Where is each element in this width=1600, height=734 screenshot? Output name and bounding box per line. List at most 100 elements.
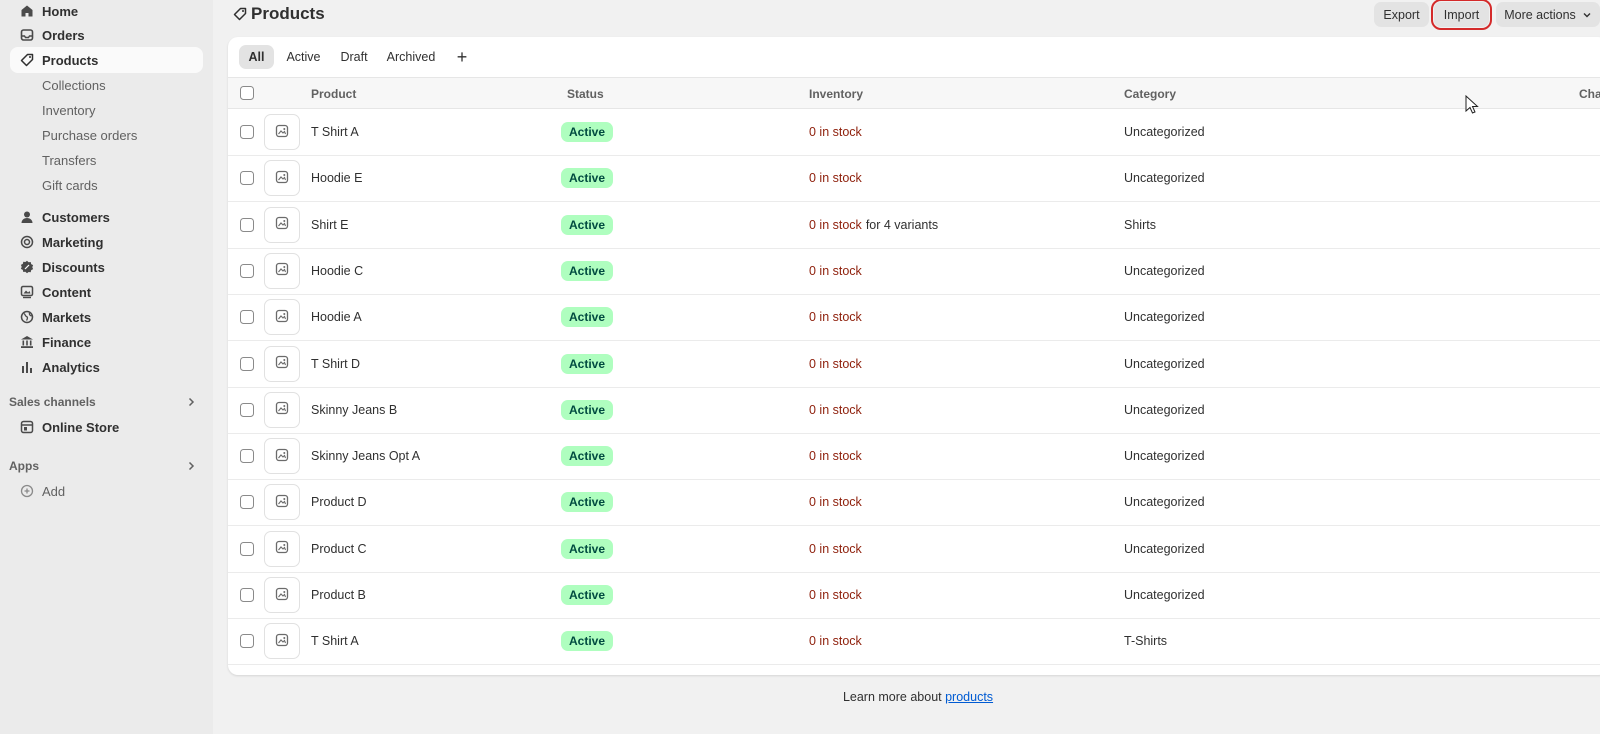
- status-badge: Active: [561, 353, 614, 374]
- table-row[interactable]: Skinny Jeans B Active 0 in stock Uncategori…: [228, 387, 1600, 434]
- sidebar-sub-purchase-orders[interactable]: Purchase orders: [42, 124, 137, 146]
- product-thumbnail[interactable]: [264, 484, 300, 521]
- row-checkbox[interactable]: [240, 634, 254, 649]
- sidebar-sub-gift-cards[interactable]: Gift cards: [42, 174, 98, 196]
- product-name[interactable]: Product C: [311, 526, 367, 572]
- sidebar-item-home[interactable]: Home: [10, 0, 203, 24]
- sidebar-item-label: Content: [42, 284, 92, 300]
- tab-all[interactable]: All: [239, 45, 274, 69]
- apps-header[interactable]: Apps: [9, 456, 203, 476]
- category-cell: Uncategorized: [1124, 449, 1205, 464]
- sidebar-item-label: Products: [42, 52, 99, 68]
- product-name[interactable]: Product D: [311, 479, 367, 525]
- sidebar-sub-collections[interactable]: Collections: [42, 74, 106, 96]
- product-name[interactable]: T Shirt A: [311, 109, 359, 155]
- sidebar-item-products[interactable]: Products: [10, 47, 203, 73]
- stock-count: 0 in stock: [809, 634, 862, 649]
- sidebar-item-customers[interactable]: Customers: [10, 204, 203, 230]
- product-name[interactable]: Hoodie A: [311, 294, 362, 340]
- inventory-cell: 0 in stock: [809, 341, 862, 387]
- sidebar-item-discounts[interactable]: Discounts: [10, 254, 203, 280]
- row-checkbox[interactable]: [240, 588, 254, 602]
- status-badge: Active: [561, 168, 614, 189]
- home-icon: [20, 4, 34, 18]
- product-thumbnail[interactable]: [264, 114, 300, 150]
- product-thumbnail[interactable]: [264, 623, 300, 660]
- chevron-right-icon: [188, 397, 195, 407]
- product-thumbnail[interactable]: [264, 206, 300, 243]
- product-thumbnail[interactable]: [264, 160, 300, 197]
- image-placeholder-icon: [275, 587, 289, 604]
- table-header: Product Status Inventory Category Cha: [228, 77, 1600, 109]
- row-checkbox[interactable]: [240, 541, 254, 556]
- import-button[interactable]: Import: [1431, 0, 1492, 30]
- product-thumbnail[interactable]: [264, 299, 300, 336]
- image-placeholder-icon: [275, 170, 289, 187]
- product-name[interactable]: T Shirt D: [311, 341, 360, 387]
- table-row[interactable]: Shirt E Active 0 in stock for 4 variants Shi…: [228, 202, 1600, 249]
- product-name[interactable]: Hoodie C: [311, 248, 363, 294]
- product-thumbnail[interactable]: [264, 438, 300, 475]
- row-checkbox[interactable]: [240, 402, 254, 417]
- inventory-cell: 0 in stock: [809, 479, 862, 525]
- sales-channels-header[interactable]: Sales channels: [9, 392, 203, 412]
- product-name[interactable]: Shirt E: [311, 202, 349, 248]
- column-channels[interactable]: Cha: [1579, 78, 1600, 109]
- column-product[interactable]: Product: [311, 78, 356, 109]
- table-row[interactable]: Product B Active 0 in stock Uncategorized: [228, 572, 1600, 619]
- sidebar-item-add-app[interactable]: Add: [10, 478, 203, 504]
- table-row[interactable]: Hoodie C Active 0 in stock Uncategorized: [228, 248, 1600, 295]
- product-thumbnail[interactable]: [264, 530, 300, 567]
- sidebar-item-markets[interactable]: Markets: [10, 304, 203, 330]
- row-checkbox[interactable]: [240, 495, 254, 510]
- row-checkbox[interactable]: [240, 125, 254, 139]
- row-checkbox[interactable]: [240, 310, 254, 325]
- sidebar-item-label: Markets: [42, 309, 92, 325]
- sidebar-sub-inventory[interactable]: Inventory: [42, 99, 95, 121]
- sidebar-item-orders[interactable]: Orders: [10, 22, 203, 48]
- chevron-right-icon: [188, 461, 195, 471]
- add-view-button[interactable]: +: [450, 45, 474, 69]
- products-link[interactable]: products: [945, 690, 993, 704]
- category-cell: Uncategorized: [1124, 263, 1205, 278]
- column-status[interactable]: Status: [567, 78, 604, 109]
- row-checkbox[interactable]: [240, 217, 254, 232]
- column-inventory[interactable]: Inventory: [809, 78, 863, 109]
- product-name[interactable]: Hoodie E: [311, 155, 362, 201]
- table-row[interactable]: T Shirt A Active 0 in stock T-Shirts: [228, 618, 1600, 666]
- export-button[interactable]: Export: [1374, 2, 1429, 27]
- more-actions-button[interactable]: More actions: [1496, 2, 1600, 27]
- tab-archived[interactable]: Archived: [380, 45, 442, 69]
- sidebar-sub-transfers[interactable]: Transfers: [42, 149, 96, 171]
- table-row[interactable]: T Shirt A Active 0 in stock Uncategorized: [228, 109, 1600, 156]
- table-row[interactable]: Product D Active 0 in stock Uncategorized: [228, 479, 1600, 527]
- tab-active[interactable]: Active: [280, 45, 327, 69]
- sidebar-item-online-store[interactable]: Online Store: [10, 414, 203, 440]
- table-row[interactable]: Product C Active 0 in stock Uncategorized: [228, 526, 1600, 573]
- product-name[interactable]: Skinny Jeans Opt A: [311, 433, 420, 479]
- product-thumbnail[interactable]: [264, 391, 300, 428]
- table-row[interactable]: Hoodie E Active 0 in stock Uncategorized: [228, 155, 1600, 203]
- product-name[interactable]: T Shirt A: [311, 618, 359, 664]
- tab-draft[interactable]: Draft: [334, 45, 374, 69]
- image-placeholder-icon: [275, 124, 289, 141]
- table-row[interactable]: Hoodie A Active 0 in stock Uncategorized: [228, 294, 1600, 342]
- table-row[interactable]: T Shirt D Active 0 in stock Uncategorized: [228, 341, 1600, 388]
- product-name[interactable]: Product B: [311, 572, 366, 618]
- table-row[interactable]: Skinny Jeans Opt A Active 0 in stock Uncate…: [228, 433, 1600, 481]
- row-checkbox[interactable]: [240, 449, 254, 464]
- row-checkbox[interactable]: [240, 171, 254, 186]
- select-all-checkbox[interactable]: [240, 86, 254, 100]
- row-checkbox[interactable]: [240, 263, 254, 278]
- product-thumbnail[interactable]: [264, 345, 300, 382]
- product-thumbnail[interactable]: [264, 577, 300, 613]
- sidebar-item-content[interactable]: Content: [10, 279, 203, 305]
- sidebar-item-marketing[interactable]: Marketing: [10, 229, 203, 255]
- inbox-icon: [20, 28, 34, 42]
- column-category[interactable]: Category: [1124, 78, 1176, 109]
- product-name[interactable]: Skinny Jeans B: [311, 387, 397, 433]
- product-thumbnail[interactable]: [264, 252, 300, 289]
- sidebar-item-finance[interactable]: Finance: [10, 329, 203, 355]
- sidebar-item-analytics[interactable]: Analytics: [10, 354, 203, 380]
- row-checkbox[interactable]: [240, 356, 254, 371]
